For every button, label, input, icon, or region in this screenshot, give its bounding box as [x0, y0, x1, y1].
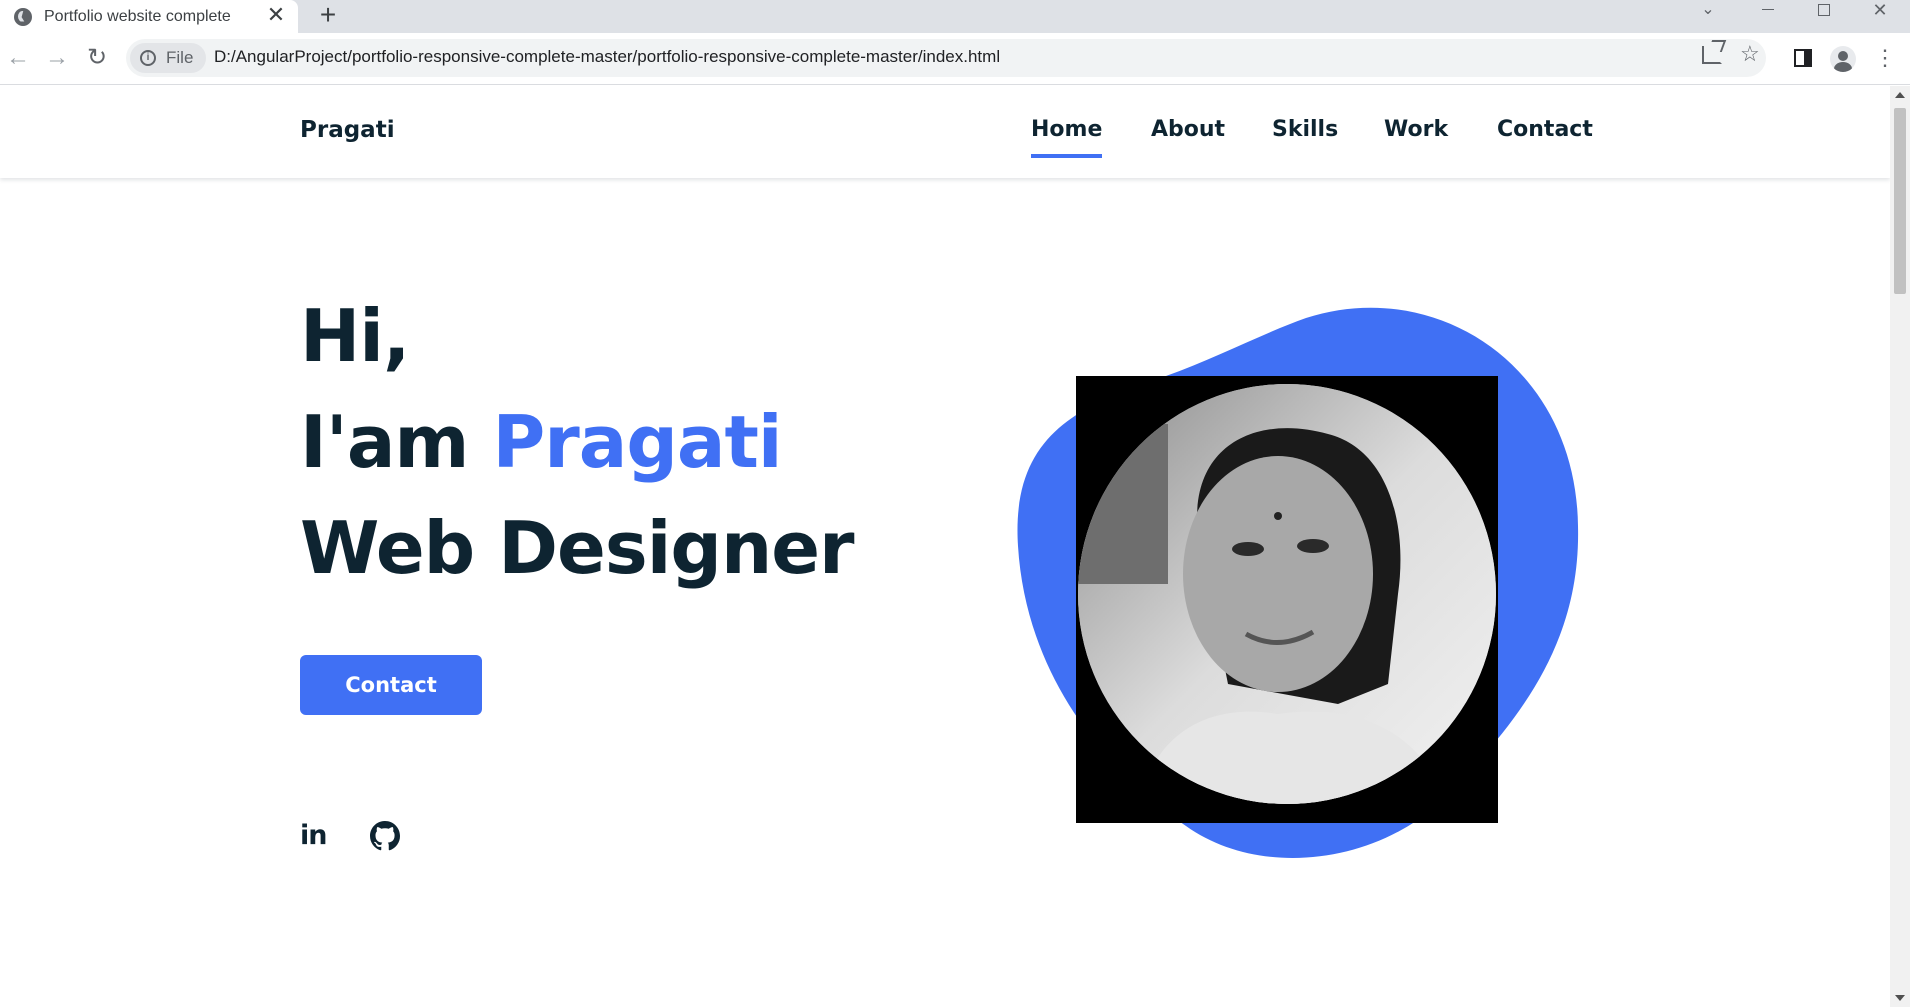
tab-search-icon[interactable]: ⌄ [1688, 0, 1728, 24]
scroll-up-arrow[interactable] [1895, 92, 1905, 98]
new-tab-button[interactable]: + [312, 0, 344, 33]
page-viewport: Pragati Home About Skills Work Contact H… [0, 86, 1890, 1007]
tab-title: Portfolio website complete [44, 7, 231, 25]
site-logo[interactable]: Pragati [300, 117, 395, 143]
reload-button[interactable]: ↻ [81, 43, 113, 75]
nav-about[interactable]: About [1151, 117, 1225, 142]
side-panel-icon[interactable] [1794, 49, 1812, 67]
nav-skills[interactable]: Skills [1272, 117, 1338, 142]
scroll-down-arrow[interactable] [1895, 995, 1905, 1001]
browser-tabbar: Portfolio website complete ✕ + ⌄ ✕ [0, 0, 1910, 33]
hero-intro-line: I'am Pragati [300, 406, 783, 478]
site-header: Pragati Home About Skills Work Contact [0, 86, 1890, 178]
hero-role: Web Designer [300, 506, 855, 590]
restore-button[interactable] [1804, 0, 1844, 24]
contact-button[interactable]: Contact [300, 655, 482, 715]
globe-icon [14, 7, 32, 26]
scroll-thumb[interactable] [1894, 108, 1906, 294]
site-info-label: File [166, 48, 194, 67]
url-text[interactable]: D:/AngularProject/portfolio-responsive-c… [214, 47, 1000, 67]
profile-avatar-icon[interactable] [1830, 46, 1856, 72]
info-icon: i [140, 50, 156, 66]
browser-tab[interactable]: Portfolio website complete ✕ [0, 0, 298, 33]
forward-button[interactable]: → [41, 43, 73, 75]
page-scrollbar[interactable] [1890, 86, 1910, 1007]
tab-close-icon[interactable]: ✕ [264, 4, 288, 28]
profile-photo [1078, 384, 1496, 804]
nav-work[interactable]: Work [1384, 117, 1448, 142]
close-window-button[interactable]: ✕ [1860, 0, 1900, 24]
github-icon[interactable] [370, 821, 400, 851]
minimize-button[interactable] [1748, 0, 1788, 24]
nav-home[interactable]: Home [1031, 117, 1103, 158]
linkedin-icon[interactable]: in [300, 821, 330, 851]
hero-intro: I'am [300, 400, 493, 484]
site-info-chip[interactable]: i File [130, 43, 206, 73]
browser-menu-icon[interactable]: ⋮ [1874, 43, 1896, 73]
nav-contact[interactable]: Contact [1497, 117, 1593, 142]
back-button[interactable]: ← [2, 43, 34, 75]
bookmark-star-icon[interactable]: ☆ [1740, 41, 1760, 67]
browser-toolbar: ← → ↻ i File D:/AngularProject/portfolio… [0, 33, 1910, 85]
hero-name: Pragati [492, 400, 783, 484]
share-icon[interactable] [1702, 46, 1722, 64]
hero-greeting: Hi, [300, 294, 410, 378]
address-bar[interactable]: i File D:/AngularProject/portfolio-respo… [126, 39, 1766, 77]
